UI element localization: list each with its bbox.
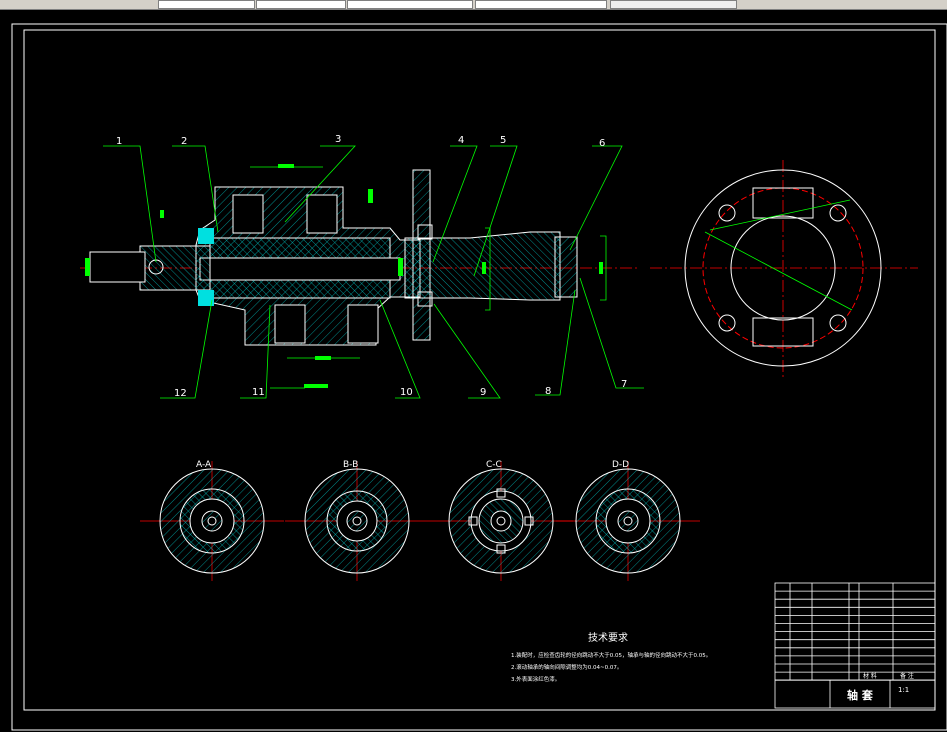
toolbar-dropdown-lineweight[interactable] — [475, 0, 607, 9]
tech-req-item-3: 3.外表面涂红色漆。 — [511, 675, 560, 683]
tech-req-item-1: 1.装配时，应检查齿轮的径向跳动不大于0.05，轴承与轴的径向跳动不大于0.05… — [511, 651, 711, 659]
toolbar — [0, 0, 947, 10]
section-label-d: D-D — [612, 460, 629, 470]
part-label-12: 12 — [174, 388, 187, 399]
tech-req-item-2: 2.滚动轴承的轴向间隙调整均为0.04~0.07。 — [511, 663, 622, 671]
tech-req-title: 技术要求 — [588, 631, 628, 644]
toolbar-dropdown-plotstyle[interactable] — [610, 0, 737, 9]
part-label-8: 8 — [545, 386, 551, 397]
part-label-9: 9 — [480, 387, 486, 398]
toolbar-dropdown-linetype[interactable] — [347, 0, 473, 9]
part-label-11: 11 — [252, 387, 265, 398]
section-label-b: B-B — [343, 460, 358, 470]
title-block-scale: 1:1 — [898, 686, 909, 694]
part-label-5: 5 — [500, 135, 506, 146]
part-label-3: 3 — [335, 134, 341, 145]
section-label-c: C-C — [486, 460, 502, 470]
part-label-4: 4 — [458, 135, 464, 146]
section-label-a: A-A — [196, 460, 212, 470]
title-block-material-header: 材 料 — [863, 672, 877, 680]
part-label-7: 7 — [621, 379, 627, 390]
part-label-2: 2 — [181, 136, 187, 147]
toolbar-dropdown-color[interactable] — [256, 0, 346, 9]
part-label-6: 6 — [599, 138, 605, 149]
title-block-part-name: 轴 套 — [847, 688, 874, 702]
toolbar-dropdown-layer[interactable] — [158, 0, 255, 9]
part-label-10: 10 — [400, 387, 413, 398]
part-label-1: 1 — [116, 136, 122, 147]
cad-drawing-canvas[interactable]: 1 2 3 4 5 6 7 8 9 10 11 12 A-A B-B C-C D… — [0, 10, 947, 732]
title-block-remark-header: 备 注 — [900, 672, 914, 680]
